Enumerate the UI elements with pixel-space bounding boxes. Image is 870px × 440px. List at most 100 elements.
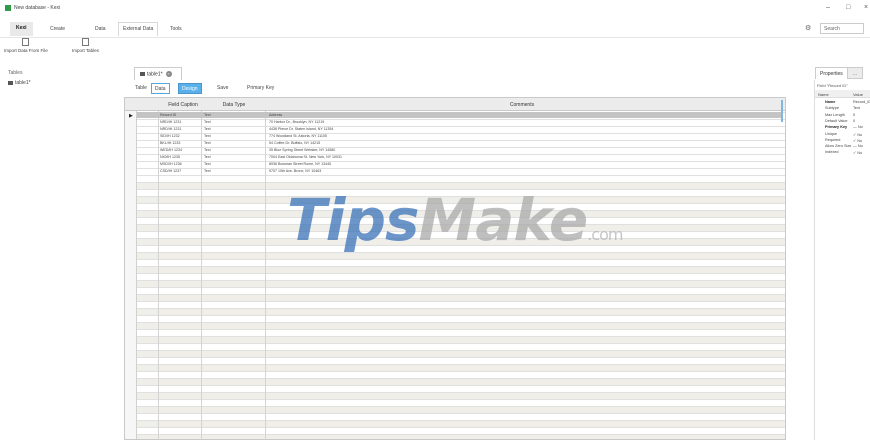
tab-tools[interactable]: Tools [170, 26, 182, 32]
property-value[interactable]: — No [853, 144, 863, 148]
grid-row[interactable] [125, 364, 785, 371]
grid-row[interactable] [125, 175, 785, 182]
cell-caption[interactable]: NRD/IH 1231 [160, 127, 181, 131]
cell-type[interactable]: Text [204, 169, 211, 173]
grid-row[interactable] [125, 350, 785, 357]
properties-secondary-tab[interactable]: … [847, 67, 863, 79]
cell-comments[interactable]: 35 Blue Spring Street Webster, NY 14580 [269, 148, 335, 152]
search-input[interactable]: Search [820, 23, 864, 34]
minimize-button[interactable]: – [826, 4, 830, 11]
cell-caption[interactable]: NRD/IH 1231 [160, 120, 181, 124]
grid-row[interactable] [125, 161, 785, 168]
cell-comments[interactable]: Address [269, 113, 282, 117]
close-tab-icon[interactable]: × [165, 71, 172, 77]
grid-row[interactable] [125, 406, 785, 413]
document-tab-label: table1* [147, 71, 163, 78]
property-value[interactable]: Text [853, 106, 860, 110]
close-button[interactable]: × [864, 4, 868, 11]
property-value[interactable]: — No [853, 125, 863, 129]
properties-tab[interactable]: Properties [815, 67, 848, 79]
cell-type[interactable]: Text [204, 141, 211, 145]
grid-row[interactable] [125, 329, 785, 336]
property-value[interactable]: ✓ No [853, 132, 862, 137]
cell-caption[interactable]: CSD/IH 1237 [160, 169, 181, 173]
save-button[interactable]: Save [214, 83, 231, 94]
grid-row[interactable] [125, 322, 785, 329]
grid-row[interactable] [125, 378, 785, 385]
grid-row[interactable] [125, 434, 785, 439]
cell-caption[interactable]: SID/IH 1232 [160, 134, 180, 138]
maximize-button[interactable]: □ [846, 4, 850, 11]
header-comments[interactable]: Comments [267, 102, 777, 108]
grid-row[interactable] [125, 315, 785, 322]
grid-row[interactable] [125, 392, 785, 399]
grid-row[interactable] [125, 259, 785, 266]
cell-comments[interactable]: 4436 Pierce Dr. Staten Island, NY 11354 [269, 127, 333, 131]
cell-caption[interactable]: WED/IH 1234 [160, 148, 182, 152]
cell-type[interactable]: Text [204, 120, 211, 124]
grid-row[interactable] [125, 301, 785, 308]
grid-row[interactable] [125, 294, 785, 301]
grid-row[interactable] [125, 280, 785, 287]
cell-comments[interactable]: 9707 10th Ave. Bronx, NY 10463 [269, 169, 321, 173]
grid-row[interactable] [125, 119, 785, 126]
tab-kexi[interactable]: Kexi [10, 22, 33, 36]
cell-caption[interactable]: MSD/IH 1236 [160, 162, 182, 166]
cell-comments[interactable]: 7004 East Oklahoma St. New York, NY 1003… [269, 155, 342, 159]
import-tables-button[interactable]: Import Tables [72, 38, 99, 54]
cell-type[interactable]: Text [204, 162, 211, 166]
grid-row[interactable] [125, 147, 785, 154]
cell-comments[interactable]: 54 Coffee Dr. Buffalo, NY 14215 [269, 141, 320, 145]
cell-caption[interactable]: BKL/IH 1233 [160, 141, 180, 145]
grid-row[interactable] [125, 399, 785, 406]
cell-comments[interactable]: 8936 Bowman Street Rome, NY 13440 [269, 162, 331, 166]
grid-row[interactable] [125, 343, 785, 350]
property-value[interactable]: 0 [853, 119, 855, 123]
property-value[interactable]: ✓ No [853, 138, 862, 143]
grid-row[interactable] [125, 385, 785, 392]
grid-row[interactable] [125, 133, 785, 140]
cell-comments[interactable]: 70 Harbor Dr., Brooklyn, NY 11219 [269, 120, 324, 124]
data-view-button[interactable]: Data [151, 83, 170, 94]
document-tab[interactable]: table1* × [134, 67, 182, 80]
header-field-caption[interactable]: Field Caption [165, 102, 201, 108]
property-row[interactable]: Indexed ✓ No [815, 150, 870, 157]
cell-type[interactable]: Text [204, 127, 211, 131]
grid-row[interactable] [125, 420, 785, 427]
grid-row[interactable] [125, 336, 785, 343]
grid-row[interactable] [125, 427, 785, 434]
tab-external-data[interactable]: External Data [118, 22, 159, 36]
primary-key-button[interactable]: Primary Key [244, 83, 277, 94]
cell-caption[interactable]: NIO/IH 1235 [160, 155, 180, 159]
cell-type[interactable]: Text [204, 155, 211, 159]
grid-row[interactable] [125, 357, 785, 364]
cell-type[interactable]: Text [204, 134, 211, 138]
nav-item-table1[interactable]: table1* [8, 80, 31, 86]
grid-row[interactable] [125, 168, 785, 175]
cell-comments[interactable]: 774 Woodland St. Astoria, NY 11105 [269, 134, 327, 138]
property-value[interactable]: Record_ID [853, 100, 870, 104]
header-data-type[interactable]: Data Type [203, 102, 265, 108]
row-selector-column[interactable] [125, 98, 137, 439]
grid-row[interactable] [125, 287, 785, 294]
grid-row[interactable] [125, 273, 785, 280]
grid-row[interactable] [125, 308, 785, 315]
grid-row[interactable] [125, 266, 785, 273]
design-grid[interactable]: Field Caption Data Type Comments ▶ Recor… [124, 97, 786, 440]
gear-icon[interactable]: ⚙ [805, 24, 811, 32]
cell-caption[interactable]: Record ID [160, 113, 176, 117]
tab-data[interactable]: Data [95, 26, 106, 32]
property-value[interactable]: 0 [853, 113, 855, 117]
design-view-button[interactable]: Design [178, 83, 202, 94]
grid-row[interactable] [125, 413, 785, 420]
grid-row[interactable] [125, 140, 785, 147]
grid-row[interactable] [125, 126, 785, 133]
tab-create[interactable]: Create [50, 26, 65, 32]
import-data-button[interactable]: Import Data From File [4, 38, 48, 54]
grid-row[interactable] [125, 154, 785, 161]
property-value[interactable]: ✓ No [853, 150, 862, 155]
vertical-scrollbar[interactable] [781, 100, 783, 122]
grid-row[interactable] [125, 371, 785, 378]
cell-type[interactable]: Text [204, 113, 211, 117]
cell-type[interactable]: Text [204, 148, 211, 152]
